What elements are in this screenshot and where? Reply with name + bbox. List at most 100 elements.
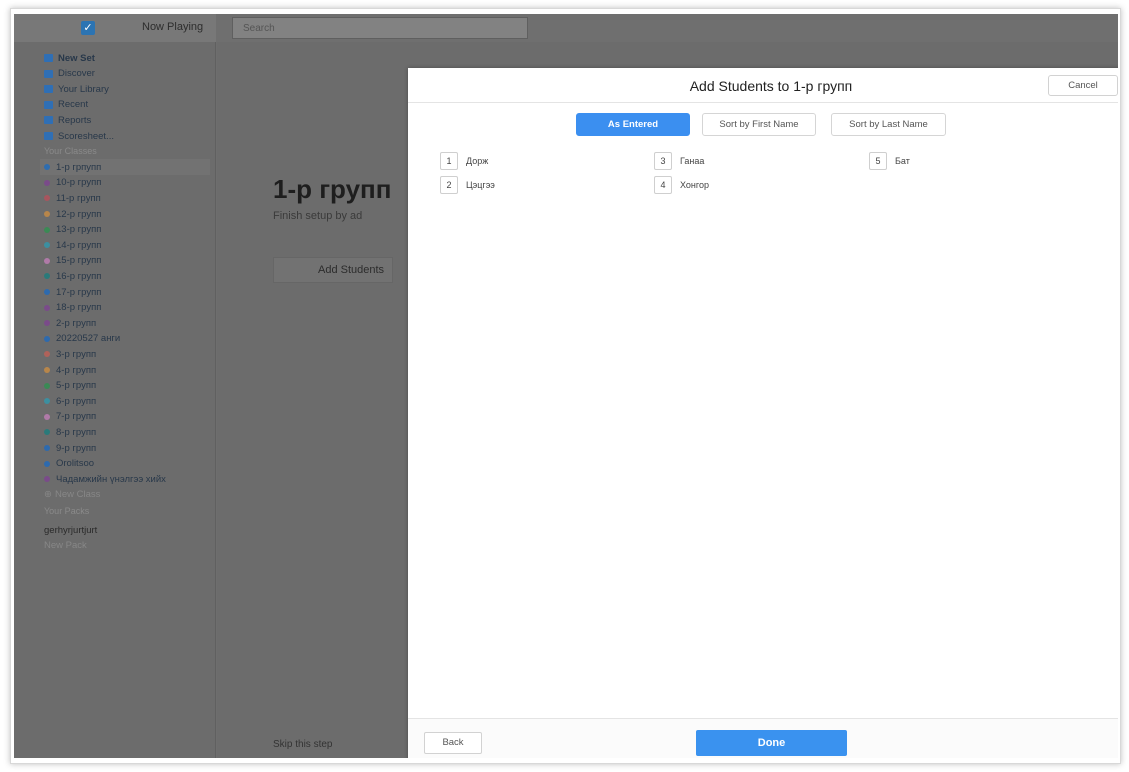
sidebar-class-label: 11-р грyпп	[56, 192, 101, 204]
sidebar-item-label: Scoresheet...	[58, 130, 114, 142]
sidebar-class-label: 18-р грyпп	[56, 302, 102, 314]
class-color-dot	[44, 398, 50, 405]
sidebar-class-label: 16-р грyпп	[56, 270, 102, 282]
sidebar-class-item[interactable]: 2-р грyпп	[44, 315, 96, 331]
recent-icon	[44, 100, 53, 109]
class-color-dot	[44, 257, 50, 264]
student-number: 4	[654, 176, 672, 194]
sidebar-item[interactable]: Recent	[44, 97, 88, 113]
class-color-dot	[44, 195, 50, 202]
class-color-dot	[44, 179, 50, 186]
class-color-dot	[44, 429, 50, 436]
sidebar-item-label: Reports	[58, 114, 92, 126]
sidebar-class-item[interactable]: 20220527 анги	[44, 331, 120, 347]
sidebar-class-item[interactable]: 12-р грyпп	[44, 206, 101, 222]
sidebar-class-item[interactable]: 14-р грyпп	[44, 237, 101, 253]
new-class-button[interactable]: ⊕ New Class	[44, 487, 100, 503]
sidebar-class-label: 2-р грyпп	[56, 317, 97, 329]
sidebar-item[interactable]: Reports	[44, 112, 91, 128]
class-color-dot	[44, 367, 50, 373]
student-item[interactable]: 5 Бат	[869, 152, 910, 170]
student-item[interactable]: 1 Дорж	[440, 152, 488, 170]
sort-last-name-button[interactable]: Sort by Last Name	[831, 113, 946, 136]
finish-setup-text: Finish setup by ad	[273, 210, 363, 222]
scoresheet-icon	[44, 132, 53, 140]
sidebar-item-label: New Set	[58, 52, 95, 64]
sidebar-class-label: Чадамжийн үнэлгээ хийх	[56, 473, 166, 485]
sidebar-class-item[interactable]: 6-р грyпп	[44, 393, 96, 409]
new-class-label: New Class	[54, 489, 101, 501]
sidebar-class-label: 15-р грyпп	[56, 255, 102, 267]
checkbox-icon[interactable]: ✓	[81, 21, 95, 35]
sidebar-class-item[interactable]: 1-р грпупп	[40, 159, 210, 176]
sidebar-class-item[interactable]: 5-р грyпп	[44, 378, 96, 394]
sidebar-item[interactable]: New Set	[44, 50, 95, 66]
top-bar: ✓ Now Playing Search	[14, 14, 1118, 42]
new-pack-button[interactable]: New Pack	[44, 538, 87, 554]
modal-footer: Back Done	[408, 718, 1118, 758]
student-item[interactable]: 4 Хонгор	[654, 176, 709, 194]
add-students-button[interactable]: Add Students	[273, 257, 393, 283]
sidebar-class-label: 1-р грпупп	[56, 161, 102, 173]
class-title: 1-р групп	[273, 174, 392, 204]
student-name: Дорж	[466, 156, 489, 166]
sidebar-item[interactable]: Discover	[44, 66, 95, 82]
sidebar-item[interactable]: Scoresheet...	[44, 128, 114, 144]
modal-title: Add Students to 1-р групп	[689, 78, 853, 94]
student-item[interactable]: 2 Цэцгээ	[440, 176, 495, 194]
class-color-dot	[44, 273, 50, 280]
sidebar-class-item[interactable]: 8-р грyпп	[44, 424, 96, 440]
classes-heading: Your Classes	[44, 145, 97, 156]
sidebar-class-item[interactable]: Чадамжийн үнэлгээ хийх	[44, 471, 166, 487]
search-input[interactable]: Search	[232, 17, 528, 39]
class-color-dot	[44, 460, 50, 467]
class-color-dot	[44, 382, 50, 389]
app-window: ✓ Now Playing Search New Set Discover Your…	[14, 14, 1118, 758]
sidebar-class-label: 6-р грyпп	[56, 395, 97, 407]
class-color-dot	[44, 413, 50, 420]
pack-item[interactable]: gerhyrjurtjurt	[44, 522, 97, 538]
sidebar-class-item[interactable]: 11-р грyпп	[44, 190, 101, 206]
add-students-modal: Add Students to 1-р групп Cancel As Ente…	[408, 68, 1118, 758]
sidebar-class-item[interactable]: 7-р грyпп	[44, 409, 96, 425]
sidebar-class-label: 12-р грyпп	[56, 208, 102, 220]
sidebar-class-item[interactable]: 13-р грyпп	[44, 222, 101, 238]
sidebar-class-label: 9-р грyпп	[56, 442, 97, 454]
sidebar-class-item[interactable]: 4-р грyпп	[44, 362, 96, 378]
back-button[interactable]: Back	[424, 732, 482, 754]
discover-icon	[44, 69, 53, 78]
sidebar-class-item[interactable]: 10-р грyпп	[44, 175, 101, 191]
cancel-button[interactable]: Cancel	[1048, 75, 1118, 96]
packs-heading: Your Packs	[44, 506, 90, 517]
sidebar-class-item[interactable]: 17-р грyпп	[44, 284, 101, 300]
student-name: Бат	[895, 156, 910, 166]
class-color-dot	[44, 351, 50, 358]
class-color-dot	[44, 211, 50, 217]
sidebar-class-item[interactable]: 9-р грyпп	[44, 440, 96, 456]
sidebar: New Set Discover Your Library Recent Reports…	[14, 42, 216, 758]
sidebar-class-label: 4-р грyпп	[56, 364, 97, 376]
sidebar-class-label: 13-р грyпп	[56, 224, 102, 236]
sidebar-class-item[interactable]: 3-р грyпп	[44, 346, 96, 362]
class-color-dot	[44, 304, 50, 311]
sidebar-item[interactable]: Your Library	[44, 81, 109, 97]
reports-icon	[44, 116, 53, 125]
student-number: 1	[440, 152, 458, 170]
sort-first-name-button[interactable]: Sort by First Name	[702, 113, 816, 136]
skip-step-link[interactable]: Skip this step	[273, 739, 332, 750]
sidebar-class-label: 17-р грyпп	[56, 286, 102, 298]
sidebar-class-item[interactable]: Orolitsoo	[44, 456, 94, 472]
sidebar-class-item[interactable]: 15-р грyпп	[44, 253, 101, 269]
sidebar-item-label: Your Library	[58, 83, 109, 95]
sort-as-entered-button[interactable]: As Entered	[576, 113, 690, 136]
student-name: Хонгор	[680, 180, 709, 190]
student-item[interactable]: 3 Ганаа	[654, 152, 704, 170]
sidebar-class-item[interactable]: 16-р грyпп	[44, 268, 101, 284]
sidebar-class-item[interactable]: 18-р грyпп	[44, 300, 101, 316]
sidebar-class-label: 20220527 анги	[56, 333, 121, 345]
plus-icon: ⊕	[44, 489, 52, 501]
sidebar-class-label: Orolitsoo	[56, 458, 95, 470]
now-playing-label[interactable]: Now Playing	[142, 21, 203, 33]
done-button[interactable]: Done	[696, 730, 847, 756]
student-number: 3	[654, 152, 672, 170]
